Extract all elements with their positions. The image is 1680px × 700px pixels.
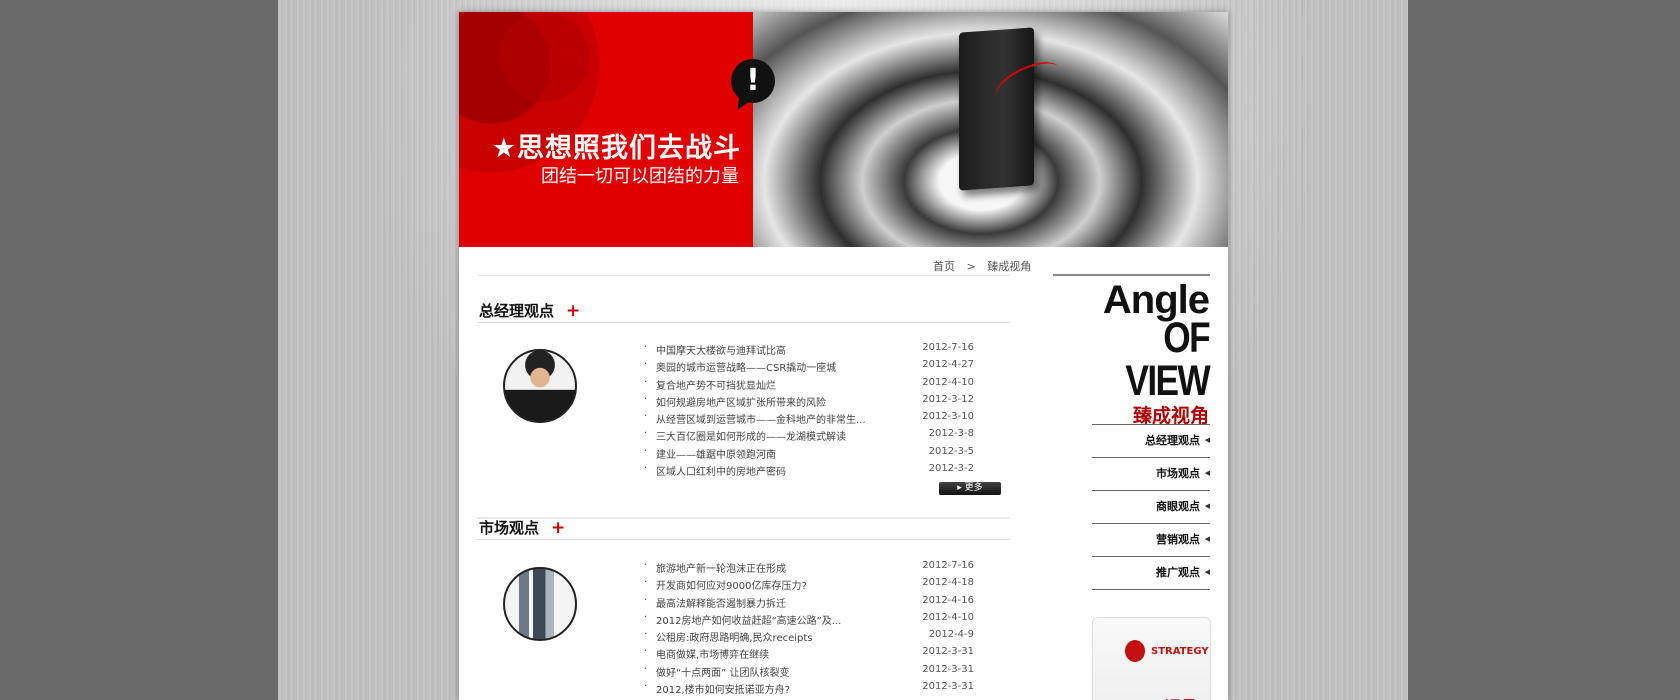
section-expand-plus-icon[interactable]: + xyxy=(551,518,565,538)
list-item[interactable]: · 旅游地产新一轮泡沫正在形成 2012-7-16 xyxy=(644,560,974,577)
section-title-text: 市场观点 xyxy=(479,519,540,537)
breadcrumb-divider xyxy=(477,275,1010,276)
breadcrumb-current: 臻成视角 xyxy=(987,260,1032,273)
section-title-text: 总经理观点 xyxy=(479,302,555,320)
list-item[interactable]: · 复合地产势不可挡犹显灿烂 2012-4-10 xyxy=(644,377,974,394)
list-item[interactable]: · 奥园的城市运营战略——CSR撬动一座城 2012-4-27 xyxy=(644,359,974,376)
section-title-gm: 总经理观点 + xyxy=(479,300,580,321)
section-title-market: 市场观点 + xyxy=(479,517,565,538)
strategy-banner[interactable]: STRATEGY 远见 xyxy=(1092,617,1211,700)
sidebar-item-promotion[interactable]: 推广观点 ◀ xyxy=(1092,556,1210,590)
list-item[interactable]: · 最高法解释能否遏制暴力拆迁 2012-4-16 xyxy=(644,595,974,612)
section-divider xyxy=(477,539,1010,540)
exclamation-bubble-icon: ! xyxy=(731,59,775,103)
arrow-left-icon: ◀ xyxy=(1204,502,1210,510)
sidebar-item-gm[interactable]: 总经理观点 ◀ xyxy=(1092,424,1210,457)
list-item[interactable]: · 三大百亿圈是如何形成的——龙湖模式解读 2012-3-8 xyxy=(644,428,974,445)
arrow-left-icon: ◀ xyxy=(1204,436,1210,444)
taiji-dot-icon xyxy=(499,12,589,102)
list-item[interactable]: · 从经营区域到运营城市——金科地产的非常生... 2012-3-10 xyxy=(644,411,974,428)
breadcrumb-home-link[interactable]: 首页 xyxy=(933,260,955,273)
sidebar-item-business[interactable]: 商眼观点 ◀ xyxy=(1092,490,1210,523)
sidebar-item-marketing[interactable]: 营销观点 ◀ xyxy=(1092,523,1210,556)
page-container: ★思想照我们去战斗 团结一切可以团结的力量 ! 首页 > 臻成视角 总经理观点 +… xyxy=(459,12,1228,700)
list-item[interactable]: · 电商做媒,市场博弈在继续 2012-3-31 xyxy=(644,646,974,663)
domino-block-image xyxy=(959,27,1034,191)
list-item[interactable]: · 2012房地产如何收益赶超“高速公路”及... 2012-4-10 xyxy=(644,612,974,629)
breadcrumb: 首页 > 臻成视角 xyxy=(929,258,1035,274)
breadcrumb-separator-icon: > xyxy=(966,260,976,273)
of-view-title: OF VIEW xyxy=(1125,314,1210,405)
gm-avatar xyxy=(503,349,577,423)
arrow-left-icon: ◀ xyxy=(1204,469,1210,477)
list-item[interactable]: · 中国摩天大楼欲与迪拜试比高 2012-7-16 xyxy=(644,342,974,359)
sidebar-top-line xyxy=(1053,274,1210,276)
list-item[interactable]: · 开发商如何应对9000亿库存压力? 2012-4-18 xyxy=(644,577,974,594)
market-avatar xyxy=(503,567,577,641)
banner-photo xyxy=(753,12,1228,247)
list-item[interactable]: · 建业——雄踞中原领跑河南 2012-3-5 xyxy=(644,446,974,463)
section-divider xyxy=(477,322,1010,323)
arrow-left-icon: ◀ xyxy=(1204,568,1210,576)
more-button[interactable]: ▸ 更多 xyxy=(939,482,1001,495)
sidebar-item-market[interactable]: 市场观点 ◀ xyxy=(1092,457,1210,490)
banner-slogan-main: ★思想照我们去战斗 xyxy=(491,133,741,164)
sidebar-menu: 总经理观点 ◀ 市场观点 ◀ 商眼观点 ◀ 营销观点 ◀ 推广观点 ◀ xyxy=(1092,424,1210,590)
banner-slogan-sub: 团结一切可以团结的力量 xyxy=(541,166,739,187)
section-expand-plus-icon[interactable]: + xyxy=(566,301,580,321)
banner-red-panel: ★思想照我们去战斗 团结一切可以团结的力量 xyxy=(459,12,753,247)
strategy-label: STRATEGY xyxy=(1151,646,1209,657)
gm-news-list: · 中国摩天大楼欲与迪拜试比高 2012-7-16 · 奥园的城市运营战略——CSR撬… xyxy=(644,342,974,480)
list-item[interactable]: · 2012,楼市如何安抵诺亚方舟? 2012-3-31 xyxy=(644,681,974,698)
arrow-left-icon: ◀ xyxy=(1204,535,1210,543)
angle-of-view-logo: Angle OF VIEW 臻成视角 xyxy=(1069,280,1211,426)
strategy-cn-label: 远见 xyxy=(1165,693,1197,700)
hero-banner: ★思想照我们去战斗 团结一切可以团结的力量 ! xyxy=(459,12,1228,247)
market-news-list: · 旅游地产新一轮泡沫正在形成 2012-7-16 · 开发商如何应对9000亿库存压… xyxy=(644,560,974,698)
list-item[interactable]: · 区域人口红利中的房地产密码 2012-3-2 xyxy=(644,463,974,480)
list-item[interactable]: · 如何规避房地产区域扩张所带来的风险 2012-3-12 xyxy=(644,394,974,411)
list-item[interactable]: · 做好“十点两面” 让团队核裂变 2012-3-31 xyxy=(644,664,974,681)
list-item[interactable]: · 公租房:政府思路明确,民众receipts 2012-4-9 xyxy=(644,629,974,646)
brain-logo-icon xyxy=(1125,640,1145,662)
